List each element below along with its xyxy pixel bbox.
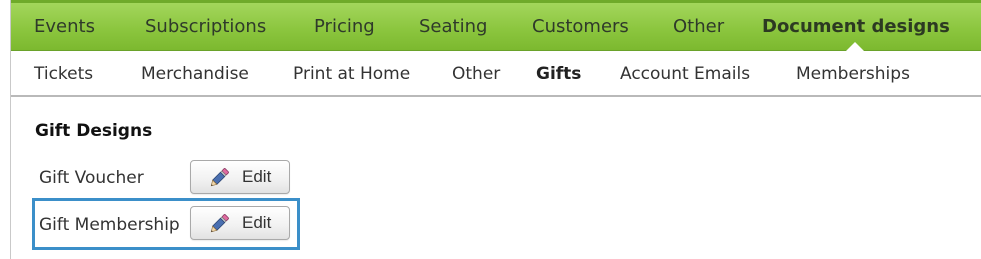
highlight-box — [32, 198, 300, 250]
top-nav-other[interactable]: Other — [673, 3, 724, 51]
pencil-icon — [210, 168, 229, 187]
sub-nav-memberships[interactable]: Memberships — [796, 51, 910, 97]
edit-button-label: Edit — [242, 167, 272, 186]
sub-nav-tickets[interactable]: Tickets — [34, 51, 93, 97]
sub-nav-account-emails[interactable]: Account Emails — [620, 51, 750, 97]
top-nav-pricing[interactable]: Pricing — [314, 3, 375, 51]
top-nav-events[interactable]: Events — [34, 3, 95, 51]
sub-nav-print-at-home[interactable]: Print at Home — [293, 51, 410, 97]
gift-voucher-label: Gift Voucher — [39, 168, 144, 188]
top-nav-seating[interactable]: Seating — [419, 3, 487, 51]
gift-voucher-edit-button[interactable]: Edit — [190, 160, 290, 194]
sub-nav-merchandise[interactable]: Merchandise — [141, 51, 249, 97]
top-nav-subscriptions[interactable]: Subscriptions — [145, 3, 266, 51]
page-frame: Events Subscriptions Pricing Seating Cus… — [10, 0, 981, 259]
sub-nav-other[interactable]: Other — [452, 51, 500, 97]
top-navigation-bar: Events Subscriptions Pricing Seating Cus… — [11, 0, 981, 54]
sub-nav-gifts[interactable]: Gifts — [536, 51, 581, 97]
top-nav-customers[interactable]: Customers — [532, 3, 629, 51]
sub-navigation-bar: Tickets Merchandise Print at Home Other … — [11, 51, 981, 97]
section-title: Gift Designs — [35, 121, 153, 141]
